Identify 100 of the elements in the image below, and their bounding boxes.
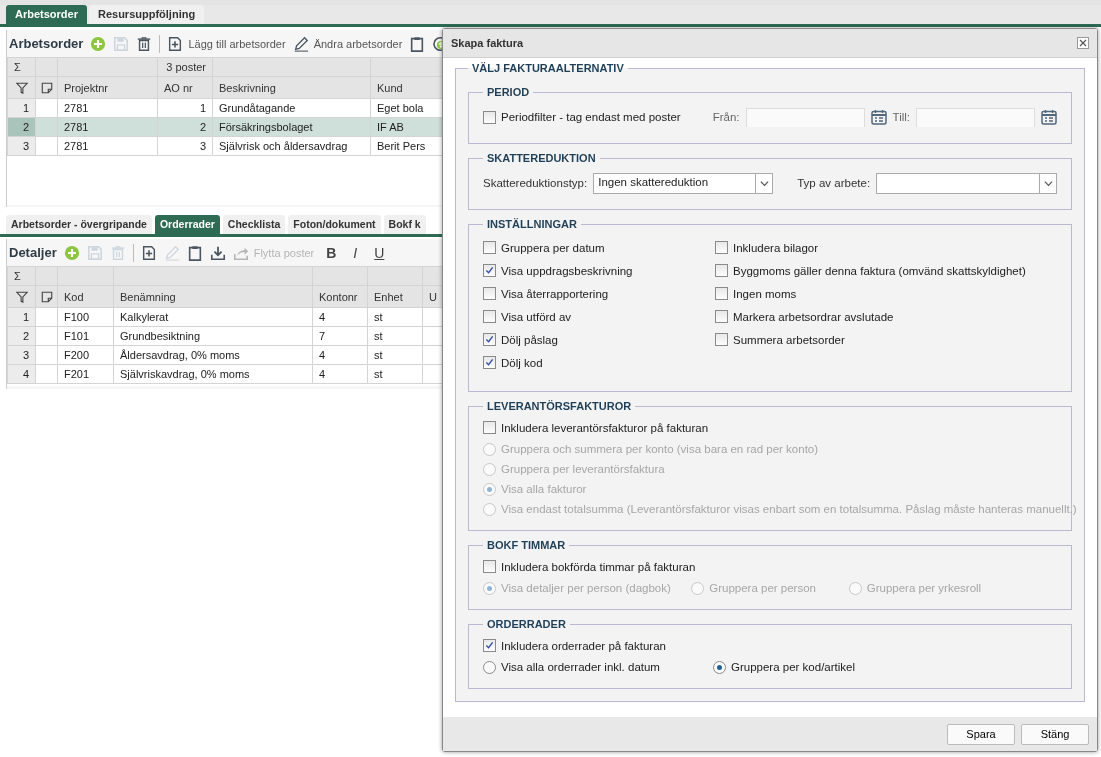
toolbar-button[interactable]: Ändra arbetsorder bbox=[292, 35, 403, 52]
tab[interactable]: Orderrader bbox=[154, 215, 220, 234]
checkbox-label: Inkludera leverantörsfakturor på fakturan bbox=[501, 421, 709, 434]
trash-icon[interactable] bbox=[136, 35, 153, 52]
group-title: LEVERANTÖRSFAKTUROR bbox=[486, 400, 633, 412]
field-label: Från: bbox=[712, 111, 740, 123]
checkbox-label: Dölj påslag bbox=[501, 333, 558, 346]
checkbox[interactable] bbox=[483, 287, 496, 300]
field-label: Till: bbox=[892, 111, 910, 123]
radio-label: Visa detaljer per person (dagbok) bbox=[501, 582, 671, 594]
checkbox-label: Inkludera orderrader på fakturan bbox=[501, 639, 666, 652]
radio-button[interactable] bbox=[483, 660, 496, 674]
checkbox-label: Dölj kod bbox=[501, 356, 543, 369]
column-header[interactable]: Benämning bbox=[113, 285, 313, 308]
dropdown[interactable]: Ingen skattereduktion bbox=[593, 172, 774, 194]
checkbox-label: Gruppera per datum bbox=[501, 241, 605, 254]
group-title: SKATTEREDUKTION bbox=[486, 152, 597, 164]
checkbox[interactable] bbox=[483, 421, 496, 434]
radio-label: Visa alla fakturor bbox=[501, 483, 587, 495]
filter-icon[interactable] bbox=[15, 291, 28, 304]
close-icon[interactable] bbox=[1077, 37, 1089, 49]
bold-button[interactable]: B bbox=[321, 244, 342, 261]
checkbox-label: Summera arbetsorder bbox=[733, 333, 845, 346]
checkbox[interactable] bbox=[483, 241, 496, 254]
column-header[interactable]: Beskrivning bbox=[212, 76, 371, 99]
radio-label: Visa alla orderrader inkl. datum bbox=[501, 661, 660, 673]
group-title: BOKF TIMMAR bbox=[486, 539, 567, 551]
radio-label: Gruppera per leverantörsfaktura bbox=[501, 463, 665, 475]
checkbox-label: Byggmoms gäller denna faktura (omvänd skattskyldighet) bbox=[733, 264, 1026, 277]
checkbox[interactable] bbox=[715, 310, 728, 323]
tab[interactable]: Bokf k bbox=[383, 215, 426, 234]
document-plus-icon bbox=[167, 35, 184, 52]
date-field[interactable] bbox=[916, 107, 1035, 127]
summary-cell: 3 poster bbox=[157, 57, 213, 77]
dialog-title: Skapa faktura bbox=[451, 37, 524, 49]
checkbox[interactable] bbox=[483, 110, 496, 124]
checkbox[interactable] bbox=[483, 310, 496, 323]
download-icon[interactable] bbox=[209, 244, 226, 261]
checkbox[interactable] bbox=[483, 560, 496, 573]
table-cell: Berit Pers bbox=[370, 136, 442, 156]
checkbox[interactable] bbox=[483, 333, 496, 346]
note-icon bbox=[40, 291, 53, 304]
field-label: Skattereduktionstyp: bbox=[483, 177, 588, 189]
toolbar-button[interactable]: Lägg till arbetsorder bbox=[167, 35, 286, 52]
checkbox[interactable] bbox=[483, 264, 496, 277]
underline-button[interactable]: U bbox=[369, 244, 390, 261]
caret-icon bbox=[1043, 178, 1053, 188]
table-cell: Självrisk och åldersavdrag bbox=[212, 136, 371, 156]
checkbox[interactable] bbox=[715, 287, 728, 300]
radio-label: Gruppera per person bbox=[709, 582, 816, 594]
plus-icon[interactable] bbox=[90, 35, 107, 52]
checkbox-label: Ingen moms bbox=[733, 287, 797, 300]
italic-button[interactable]: I bbox=[348, 244, 363, 261]
radio-label: Gruppera och summera per konto (visa bara en rad per konto) bbox=[501, 443, 819, 455]
dropdown[interactable] bbox=[876, 172, 1057, 194]
group-title: ORDERRADER bbox=[486, 618, 567, 630]
tab[interactable]: Resursuppföljning bbox=[88, 5, 205, 24]
group-title: PERIOD bbox=[486, 86, 531, 98]
tab[interactable]: Foton/dokument bbox=[288, 215, 381, 234]
radio-label: Gruppera per kod/artikel bbox=[731, 661, 855, 673]
checkbox-label: Inkludera bokförda timmar på fakturan bbox=[501, 560, 696, 573]
sum-symbol: Σ bbox=[7, 266, 36, 286]
checkbox[interactable] bbox=[715, 264, 728, 277]
table-cell: 2781 bbox=[57, 136, 158, 156]
calendar-icon[interactable] bbox=[870, 109, 887, 125]
clipboard-icon[interactable] bbox=[409, 35, 426, 52]
document-plus-icon[interactable] bbox=[140, 244, 157, 261]
note-icon bbox=[40, 82, 53, 95]
checkbox[interactable] bbox=[715, 241, 728, 254]
field-label: Typ av arbete: bbox=[797, 177, 871, 189]
checkbox[interactable] bbox=[715, 333, 728, 346]
checkbox-label: Periodfilter - tag endast med poster bbox=[501, 111, 681, 123]
checkbox-label: Visa återrapportering bbox=[501, 287, 609, 300]
filter-icon[interactable] bbox=[15, 82, 28, 95]
pencil-icon bbox=[292, 35, 309, 52]
checkbox[interactable] bbox=[483, 639, 496, 652]
clipboard-icon[interactable] bbox=[186, 244, 203, 261]
caret-icon bbox=[759, 178, 769, 188]
tab[interactable]: Arbetsorder bbox=[6, 5, 87, 24]
calendar-icon[interactable] bbox=[1041, 109, 1057, 125]
checkbox-label: Markera arbetsordrar avslutade bbox=[733, 310, 894, 323]
table-cell: 3 bbox=[157, 136, 213, 156]
checkbox-label: Inkludera bilagor bbox=[733, 241, 819, 254]
plus-icon[interactable] bbox=[63, 244, 80, 261]
dialog-button[interactable]: Stäng bbox=[1021, 723, 1089, 745]
sum-symbol: Σ bbox=[7, 57, 36, 77]
radio-label: Gruppera per yrkesroll bbox=[866, 582, 982, 594]
checkbox-label: Visa utförd av bbox=[501, 310, 572, 323]
panel-title: Arbetsorder bbox=[9, 36, 84, 51]
checkbox[interactable] bbox=[483, 356, 496, 369]
radio-label: Visa endast totalsumma (Leverantörsfakturor visas enbart som en totalsumma. Påslag måste hanteras manuellt.) bbox=[501, 503, 1077, 515]
date-field[interactable] bbox=[745, 107, 865, 127]
radio-button[interactable] bbox=[713, 660, 726, 674]
section-title: VÄLJ FAKTURAALTERNATIV bbox=[471, 62, 625, 74]
panel-title: Detaljer bbox=[9, 245, 57, 260]
tab[interactable]: Arbetsorder - övergripande bbox=[6, 215, 152, 234]
dialog-button[interactable]: Spara bbox=[947, 723, 1015, 745]
group-title: INSTÄLLNINGAR bbox=[486, 218, 578, 230]
tab[interactable]: Checklista bbox=[222, 215, 286, 234]
checkbox-label: Visa uppdragsbeskrivning bbox=[501, 264, 633, 277]
